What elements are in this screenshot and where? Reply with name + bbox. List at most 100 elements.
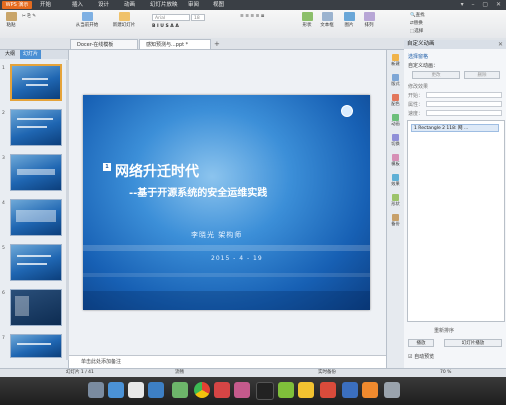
font-format-group[interactable]: B I U S A A [152, 24, 232, 29]
picture-button[interactable]: 图片 [342, 12, 356, 28]
browser-icon[interactable] [194, 382, 210, 398]
start-select[interactable] [426, 92, 502, 98]
slide-subtitle[interactable]: --基于开源系统的安全运维实践 [129, 184, 267, 199]
font-name-field[interactable]: Arial [152, 14, 190, 21]
thumb-graphic [16, 210, 56, 222]
cut-copy-group[interactable]: ✂ ⎘ ✎ [22, 13, 62, 19]
ribbon-toolbar: 粘贴 ✂ ⎘ ✎ 从当前开始 新建幻灯片 Arial 18 B I U S A … [0, 10, 506, 39]
tool-colors[interactable]: 配色 [389, 94, 402, 107]
font-size-field[interactable]: 18 [191, 14, 205, 21]
notes-field[interactable]: 单击此处添加备注 [69, 355, 386, 368]
thumb-text [17, 126, 47, 128]
settings-icon[interactable] [214, 382, 230, 398]
folder-icon[interactable] [108, 382, 124, 398]
close-icon[interactable]: ✕ [498, 41, 503, 48]
backup-icon [392, 214, 399, 221]
autopreview-checkbox[interactable]: ☑ 自动预览 [408, 353, 434, 360]
tool-transition[interactable]: 切换 [389, 134, 402, 147]
slide-thumbnail-1[interactable] [10, 64, 62, 101]
game-icon[interactable] [278, 382, 294, 398]
menu-home[interactable]: 开始 [40, 0, 51, 10]
window-controls[interactable]: ▾ – ▢ ✕ [461, 1, 504, 8]
task-pane-switcher: 新建 版式 配色 动画 切换 模板 效果 形状 备份 [386, 50, 405, 368]
delete-effect-button[interactable]: 删除 [464, 71, 500, 79]
play-button[interactable]: 播放 [408, 339, 434, 347]
menu-insert[interactable]: 插入 [72, 0, 83, 10]
tool-backup[interactable]: 备份 [389, 214, 402, 227]
wps-logo[interactable]: WPS 演示 [2, 1, 32, 9]
help-icon[interactable] [298, 382, 314, 398]
find-button[interactable]: 🔍查找 [410, 12, 434, 18]
new-tab-icon[interactable]: + [214, 39, 220, 49]
shape-button[interactable]: 形状 [300, 12, 314, 28]
launcher-icon[interactable] [342, 382, 358, 398]
animation-item[interactable]: 1 Rectangle 2 118: 网 ... [411, 124, 499, 132]
slide-number: 3 [2, 156, 5, 161]
animation-list[interactable]: 1 Rectangle 2 118: 网 ... [407, 120, 505, 322]
tab-current-doc[interactable]: 感知预测与...ppt * [139, 39, 211, 49]
pictures-icon[interactable] [148, 382, 164, 398]
speed-select[interactable] [426, 110, 502, 116]
slide-thumbnail-5[interactable] [10, 244, 62, 281]
effects-icon [392, 174, 399, 181]
tool-animation[interactable]: 动画 [389, 114, 402, 127]
pane-title: 自定义动画 [404, 40, 506, 49]
menu-slideshow[interactable]: 幻灯片放映 [150, 0, 178, 10]
shape-icon [392, 194, 399, 201]
clipboard-icon [5, 12, 17, 21]
change-effect-button[interactable]: 更改 [412, 71, 460, 79]
zoom-level[interactable]: 70 % [440, 369, 451, 377]
music-icon[interactable] [234, 382, 250, 398]
backup-status[interactable]: 实时备份 [318, 369, 336, 377]
property-select[interactable] [426, 101, 502, 107]
slide-thumbnail-7[interactable] [10, 334, 62, 358]
arrange-button[interactable]: 排列 [361, 12, 377, 28]
template-icon [392, 154, 399, 161]
thumb-text [17, 118, 53, 120]
trash-icon[interactable] [384, 382, 400, 398]
tab-outline[interactable]: 大纲 [2, 50, 18, 59]
slide-date[interactable]: 2015 - 4 - 19 [211, 255, 263, 262]
wps-icon[interactable] [320, 382, 336, 398]
slide-thumbnail-4[interactable] [10, 199, 62, 236]
slide-title[interactable]: 网络升迁时代 [115, 161, 199, 181]
from-current-button[interactable]: 从当前开始 [72, 12, 102, 28]
select-pane-link[interactable]: 选择窗格 [408, 53, 428, 60]
tool-new[interactable]: 新建 [389, 54, 402, 67]
thumb-graphic [15, 296, 29, 316]
photo-icon[interactable] [362, 382, 378, 398]
store-icon[interactable] [172, 382, 188, 398]
terminal-icon[interactable] [256, 382, 274, 400]
slide-thumbnail-6[interactable] [10, 289, 62, 326]
palette-icon [392, 94, 399, 101]
slideshow-button[interactable]: 幻灯片播放 [444, 339, 502, 347]
new-slide-button[interactable]: 新建幻灯片 [108, 12, 140, 28]
slide-number: 6 [2, 291, 5, 296]
tool-effects[interactable]: 效果 [389, 174, 402, 187]
layout-icon [392, 74, 399, 81]
textbox-button[interactable]: 文本框 [318, 12, 336, 28]
slide-canvas[interactable]: 1 网络升迁时代 --基于开源系统的安全运维实践 李晓光 架构师 2015 - … [83, 95, 370, 310]
slide-thumbnail-2[interactable] [10, 109, 62, 146]
thumb-text [22, 78, 48, 80]
slide-thumbnail-3[interactable] [10, 154, 62, 191]
finder-icon[interactable] [88, 382, 104, 398]
tab-slides[interactable]: 幻灯片 [20, 50, 42, 59]
tab-docer[interactable]: Docer-在线模板 [70, 39, 138, 49]
tool-template[interactable]: 模板 [389, 154, 402, 167]
tool-layout[interactable]: 版式 [389, 74, 402, 87]
menu-animation[interactable]: 动画 [124, 0, 135, 10]
reorder-label[interactable]: 重新排序 [434, 327, 454, 334]
slide-editing-area: 1 网络升迁时代 --基于开源系统的安全运维实践 李晓光 架构师 2015 - … [69, 50, 386, 355]
paste-button[interactable]: 粘贴 [3, 12, 19, 28]
menu-design[interactable]: 设计 [98, 0, 109, 10]
paragraph-group[interactable]: ≡ ≡ ≡ ≡ ≣ [240, 14, 290, 19]
calendar-icon[interactable] [128, 382, 144, 398]
replace-button[interactable]: ⇄替换 [410, 20, 434, 26]
tool-shape[interactable]: 形状 [389, 194, 402, 207]
menu-review[interactable]: 审阅 [188, 0, 199, 10]
slide-author[interactable]: 李晓光 架构师 [191, 230, 242, 240]
animation-icon [392, 114, 399, 121]
select-button[interactable]: ⬚选择 [410, 28, 434, 34]
menu-view[interactable]: 视图 [213, 0, 224, 10]
